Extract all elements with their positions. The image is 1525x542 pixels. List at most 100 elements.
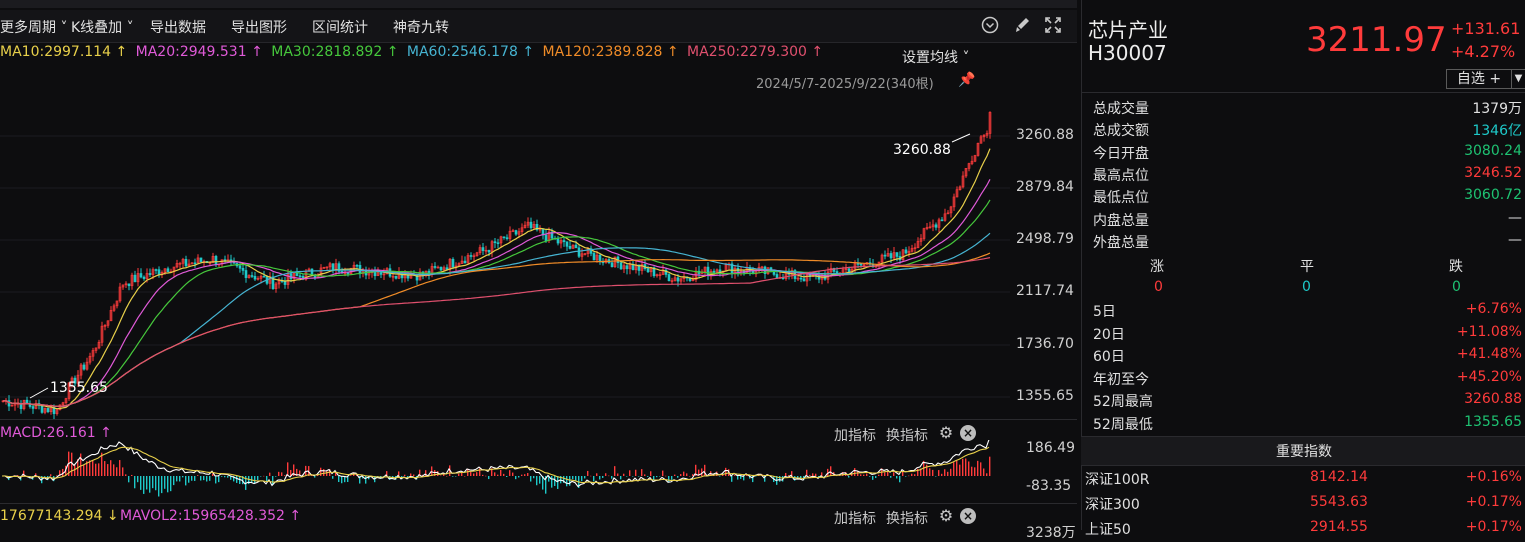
candle bbox=[7, 400, 11, 407]
period-value: +41.48% bbox=[1456, 346, 1522, 362]
macd-bar bbox=[320, 467, 322, 476]
macd-bar bbox=[872, 476, 874, 480]
macd-bar bbox=[812, 473, 814, 476]
kline-chart[interactable]: 3260.88 1355.65 bbox=[0, 90, 1010, 420]
add-watchlist-button[interactable]: 自选 + bbox=[1446, 69, 1512, 89]
candle bbox=[769, 267, 773, 270]
index-row-name[interactable]: 深证100R bbox=[1085, 469, 1149, 489]
macd-bar bbox=[95, 463, 97, 476]
macd-bar bbox=[686, 473, 688, 476]
breadth-down-label: 跌 bbox=[1449, 259, 1463, 275]
candle bbox=[610, 262, 614, 268]
macd-bar bbox=[476, 472, 478, 476]
macd-bar bbox=[734, 475, 736, 476]
candle bbox=[331, 263, 335, 271]
macd-bar bbox=[530, 476, 532, 482]
period-menu[interactable]: 更多周期 ˅ bbox=[0, 17, 67, 37]
macd-bar bbox=[71, 452, 73, 476]
watchlist-dropdown-icon[interactable]: ▼ bbox=[1511, 69, 1525, 89]
macd-bar bbox=[602, 476, 604, 478]
macd-bar bbox=[488, 476, 490, 480]
volume-title: 17677143.294 ↓ bbox=[0, 508, 119, 524]
index-row-pct: +0.17% bbox=[1465, 519, 1522, 535]
candle bbox=[295, 273, 299, 277]
candle bbox=[346, 272, 350, 275]
candle bbox=[262, 275, 266, 278]
macd-bar bbox=[590, 475, 592, 477]
macd-chart[interactable] bbox=[0, 440, 1010, 500]
export-data-button[interactable]: 导出数据 bbox=[150, 17, 206, 37]
pin-icon[interactable]: 📌 bbox=[958, 72, 975, 88]
ma250-line bbox=[2, 257, 991, 407]
candle bbox=[451, 258, 455, 268]
candle bbox=[676, 277, 680, 282]
candle bbox=[253, 276, 257, 280]
candle bbox=[142, 276, 146, 279]
macd-bar bbox=[62, 468, 64, 476]
macd-bar bbox=[986, 473, 988, 476]
period-label: 52周最低 bbox=[1093, 416, 1153, 433]
high-annotation: 3260.88 bbox=[893, 142, 951, 158]
candle bbox=[157, 269, 161, 275]
macd-bar bbox=[176, 476, 178, 482]
macd-bar bbox=[974, 467, 976, 476]
macd-bar bbox=[896, 476, 898, 479]
macd-bar bbox=[641, 469, 643, 476]
index-header: 重要指数 bbox=[1276, 444, 1332, 460]
macd-bar bbox=[458, 473, 460, 476]
macd-bar bbox=[116, 467, 118, 476]
macd-bar bbox=[473, 473, 475, 476]
macd-bar bbox=[980, 462, 982, 476]
macd-bar bbox=[875, 476, 877, 479]
macd-bar bbox=[203, 476, 205, 481]
period-value: 1355.65 bbox=[1464, 413, 1522, 430]
kline-overlay-menu[interactable]: K线叠加 ˅ bbox=[71, 17, 134, 37]
macd-bar bbox=[566, 476, 568, 487]
volume-ymax: 3238万 bbox=[1026, 525, 1076, 541]
chevron-circle-icon[interactable] bbox=[980, 16, 1000, 36]
export-image-button[interactable]: 导出图形 bbox=[231, 17, 287, 37]
macd-bar bbox=[608, 475, 610, 477]
macd-bar bbox=[188, 476, 190, 483]
switch-indicator-button[interactable]: 换指标 bbox=[886, 508, 928, 528]
yaxis-tick: 3260.88 bbox=[1016, 127, 1074, 143]
macd-bar bbox=[932, 469, 934, 476]
macd-bar bbox=[182, 476, 184, 478]
macd-bar bbox=[575, 476, 577, 481]
macd-bar bbox=[98, 463, 100, 476]
macd-bar bbox=[893, 472, 895, 476]
candle bbox=[31, 406, 35, 409]
macd-bar bbox=[257, 476, 259, 480]
index-row-name[interactable]: 深证300 bbox=[1085, 494, 1140, 514]
macd-bar bbox=[962, 458, 964, 476]
candle bbox=[574, 244, 578, 249]
ma120-label: MA120:2389.828 ↑ bbox=[542, 44, 679, 60]
macd-bar bbox=[941, 473, 943, 476]
price-change: +131.61 bbox=[1451, 19, 1521, 38]
macd-ymin: -83.35 bbox=[1026, 478, 1072, 494]
stat-value: — bbox=[1508, 209, 1522, 226]
tab-strip bbox=[0, 0, 1077, 8]
close-icon[interactable]: × bbox=[960, 425, 976, 441]
index-row-name[interactable]: 上证50 bbox=[1085, 519, 1131, 539]
macd-bar bbox=[668, 476, 670, 482]
gear-icon[interactable]: ⚙ bbox=[938, 508, 954, 524]
gear-icon[interactable]: ⚙ bbox=[938, 425, 954, 441]
period-label: 5日 bbox=[1093, 304, 1116, 320]
macd-bar bbox=[191, 476, 193, 481]
add-indicator-button[interactable]: 加指标 bbox=[834, 508, 876, 528]
macd-bar bbox=[113, 464, 115, 476]
macd-bar bbox=[683, 471, 685, 476]
close-icon[interactable]: × bbox=[960, 508, 976, 524]
price-change-pct: +4.27% bbox=[1451, 42, 1516, 61]
magic-nine-button[interactable]: 神奇九转 bbox=[393, 17, 449, 37]
range-stats-button[interactable]: 区间统计 bbox=[312, 17, 368, 37]
stat-label: 最低点位 bbox=[1093, 190, 1149, 207]
chart-area[interactable]: 更多周期 ˅ K线叠加 ˅ 导出数据 导出图形 区间统计 神奇九转 MA10:2… bbox=[0, 0, 1077, 541]
ma-settings-button[interactable]: 设置均线 ˅ bbox=[902, 47, 969, 67]
breadth-down-count: 0 bbox=[1452, 279, 1461, 295]
macd-bar bbox=[140, 476, 142, 490]
brush-icon[interactable] bbox=[1012, 16, 1032, 36]
candle bbox=[238, 265, 242, 269]
fullscreen-icon[interactable] bbox=[1043, 16, 1063, 36]
